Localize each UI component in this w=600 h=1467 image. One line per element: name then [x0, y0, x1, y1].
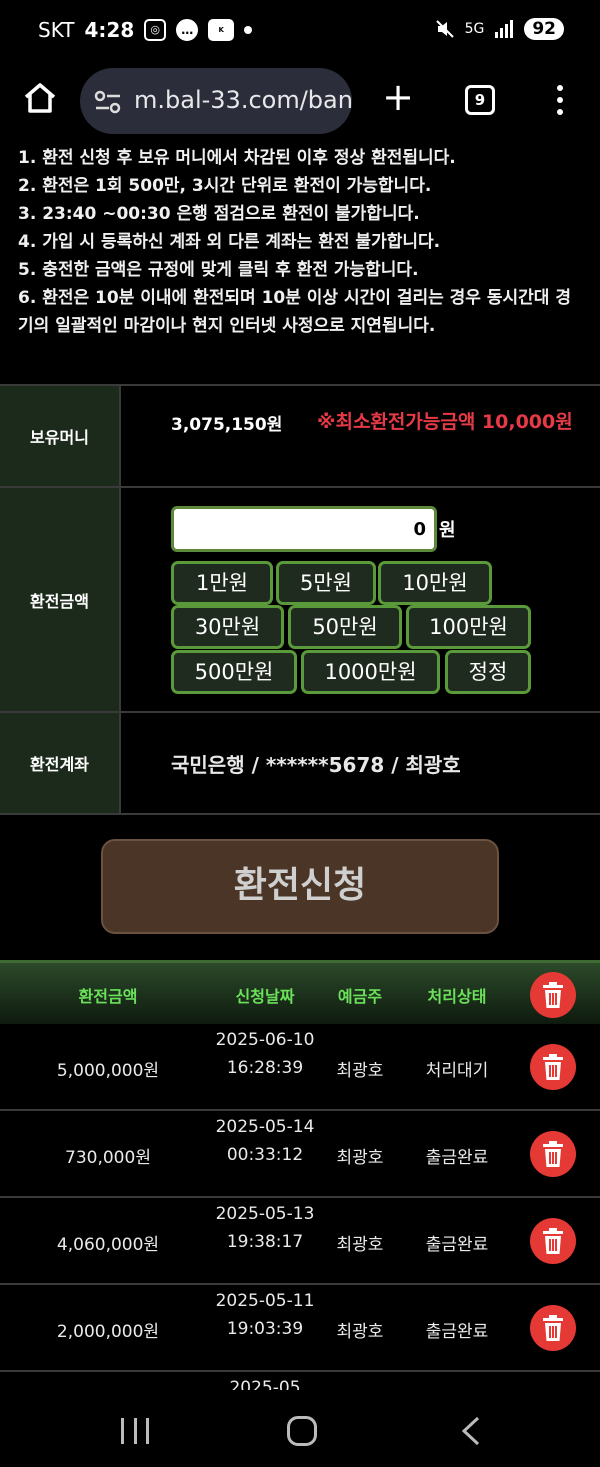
header-date: 신청날짜 — [235, 987, 295, 1006]
delete-row-icon[interactable] — [530, 1044, 576, 1090]
notice-item: 2. 환전은 1회 500만, 3시간 단위로 환전이 가능합니다. — [18, 176, 432, 196]
withdraw-history-table: 환전금액 신청날짜 예금주 처리상태 5,000,000원 2025-06-10… — [0, 960, 600, 1432]
delete-row-icon[interactable] — [530, 1218, 576, 1264]
table-row: 730,000원 2025-05-14 00:33:12 최광호 출금완료 — [0, 1111, 600, 1198]
signal-icon — [495, 20, 514, 38]
amount-1man-button[interactable]: 1만원 — [171, 561, 273, 605]
history-header: 환전금액 신청날짜 예금주 처리상태 — [0, 960, 600, 1024]
notice-item: 1. 환전 신청 후 보유 머니에서 차감된 이후 정상 환전됩니다. — [18, 148, 456, 168]
row-name: 최광호 — [336, 1148, 384, 1168]
battery-indicator: 92 — [524, 18, 564, 40]
amount-500man-button[interactable]: 500만원 — [171, 650, 297, 694]
money-value: 3,075,150원 — [171, 415, 283, 435]
chat-icon: … — [176, 19, 199, 41]
row-status: 출금완료 — [425, 1322, 489, 1342]
notice-item: 5. 충전한 금액은 규정에 맞게 클릭 후 환전 가능합니다. — [18, 260, 419, 280]
address-bar[interactable]: m.bal-33.com/bank — [80, 68, 352, 134]
row-status: 출금완료 — [425, 1148, 489, 1168]
header-name: 예금주 — [337, 987, 383, 1006]
amount-50man-button[interactable]: 50만원 — [288, 605, 402, 649]
table-row: 4,060,000원 2025-05-13 19:38:17 최광호 출금완료 — [0, 1198, 600, 1285]
row-name: 최광호 — [336, 1322, 384, 1342]
back-icon[interactable] — [458, 1416, 484, 1446]
notice-item: 3. 23:40 ~00:30 은행 점검으로 환전이 불가합니다. — [18, 204, 420, 224]
site-settings-icon[interactable] — [94, 88, 122, 116]
home-icon[interactable] — [22, 80, 58, 116]
status-right: 5G 92 — [435, 18, 564, 40]
amount-row: 환전금액 원 1만원 5만원 10만원 30만원 50만원 100만원 500만… — [0, 488, 600, 713]
row-amount: 2,000,000원 — [56, 1322, 160, 1342]
system-nav-bar — [0, 1390, 600, 1467]
dot-icon — [244, 26, 253, 34]
amount-1000man-button[interactable]: 1000만원 — [301, 650, 440, 694]
tab-switcher-button[interactable]: 9 — [465, 85, 495, 115]
notice-list: 1. 환전 신청 후 보유 머니에서 차감된 이후 정상 환전됩니다. 2. 환… — [0, 144, 600, 384]
row-name: 최광호 — [336, 1061, 384, 1081]
withdraw-submit-button[interactable]: 환전신청 — [101, 839, 499, 934]
notice-item: 6. 환전은 10분 이내에 환전되며 10분 이상 시간이 걸리는 경우 동시… — [18, 288, 571, 308]
amount-input[interactable] — [171, 506, 437, 552]
row-status: 출금완료 — [425, 1235, 489, 1255]
recent-apps-icon[interactable] — [121, 1418, 149, 1444]
amount-30man-button[interactable]: 30만원 — [171, 605, 284, 649]
url-text: m.bal-33.com/bank — [134, 86, 352, 114]
new-tab-button[interactable]: + — [380, 78, 416, 118]
row-amount: 730,000원 — [65, 1148, 151, 1168]
money-label: 보유머니 — [0, 386, 121, 486]
amount-100man-button[interactable]: 100만원 — [406, 605, 531, 649]
header-status: 처리상태 — [427, 987, 487, 1006]
account-value: 국민은행 / ******5678 / 최광호 — [171, 753, 461, 777]
delete-row-icon[interactable] — [530, 1305, 576, 1351]
row-name: 최광호 — [336, 1235, 384, 1255]
table-row: 2,000,000원 2025-05-11 19:03:39 최광호 출금완료 — [0, 1285, 600, 1372]
amount-10man-button[interactable]: 10만원 — [378, 561, 492, 605]
overflow-menu-icon[interactable] — [548, 82, 572, 118]
row-date: 2025-06-10 16:28:39 — [215, 1030, 315, 1078]
reset-button[interactable]: 정정 — [445, 650, 531, 694]
row-date: 2025-05-11 19:03:39 — [215, 1291, 315, 1339]
table-row: 5,000,000원 2025-06-10 16:28:39 최광호 처리대기 — [0, 1024, 600, 1111]
row-date: 2025-05-14 00:33:12 — [215, 1117, 315, 1165]
account-label: 환전계좌 — [0, 713, 121, 813]
withdraw-form: 보유머니 3,075,150원 ※최소환전가능금액 10,000원 환전금액 원… — [0, 384, 600, 815]
account-row: 환전계좌 국민은행 / ******5678 / 최광호 — [0, 713, 600, 815]
min-amount-notice: ※최소환전가능금액 10,000원 — [317, 411, 573, 433]
network-type: 5G — [464, 21, 485, 37]
money-row: 보유머니 3,075,150원 ※최소환전가능금액 10,000원 — [0, 386, 600, 488]
kbank-icon: K — [208, 19, 235, 41]
amount-5man-button[interactable]: 5만원 — [276, 561, 376, 605]
won-unit: 원 — [439, 520, 456, 541]
row-amount: 5,000,000원 — [56, 1061, 160, 1081]
status-bar: SKT 4:28 ◎ … K 5G 92 — [0, 0, 600, 62]
delete-all-icon[interactable] — [530, 972, 576, 1018]
notice-item: 4. 가입 시 등록하신 계좌 외 다른 계좌는 환전 불가합니다. — [18, 232, 441, 252]
row-amount: 4,060,000원 — [56, 1235, 160, 1255]
row-date: 2025-05-13 19:38:17 — [215, 1204, 315, 1252]
status-left: SKT 4:28 ◎ … K — [38, 18, 253, 42]
delete-row-icon[interactable] — [530, 1131, 576, 1177]
mute-icon — [435, 20, 454, 38]
amount-label: 환전금액 — [0, 488, 121, 711]
notice-item: 기의 일괄적인 마감이나 현지 인터넷 사정으로 지연됩니다. — [18, 316, 436, 336]
nav-home-icon[interactable] — [287, 1416, 317, 1446]
clock: 4:28 — [84, 18, 135, 42]
browser-toolbar: m.bal-33.com/bank + 9 — [0, 62, 600, 144]
screenshot-icon: ◎ — [144, 19, 167, 41]
row-status: 처리대기 — [425, 1061, 489, 1081]
header-amount: 환전금액 — [78, 987, 138, 1006]
carrier: SKT — [38, 18, 75, 42]
